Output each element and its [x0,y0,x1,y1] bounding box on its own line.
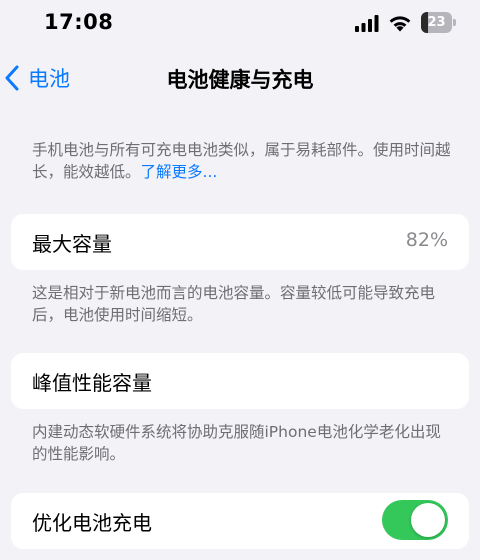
battery-level: 23 [427,15,446,30]
intro-note: 手机电池与所有可充电电池类似，属于易耗部件。使用时间越长，能效越低。了解更多..… [32,139,452,183]
optimized-charging-label: 优化电池充电 [32,511,152,535]
battery-icon: 23 [421,12,457,33]
max-capacity-value: 82% [405,229,448,251]
intro-text: 手机电池与所有可充电电池类似，属于易耗部件。使用时间越长，能效越低。 [32,141,451,181]
battery-cap [453,19,456,26]
learn-more-link[interactable]: 了解更多... [141,163,218,181]
status-time: 17:08 [44,10,114,34]
signal-icon [355,15,379,32]
peak-performance-label: 峰值性能容量 [32,371,152,395]
optimized-charging-toggle[interactable] [382,500,448,540]
optimized-charging-row: 优化电池充电 [11,493,469,549]
max-capacity-label: 最大容量 [32,232,112,256]
battery-body: 23 [421,12,452,33]
wifi-icon [389,16,411,32]
peak-performance-note: 内建动态软硬件系统将协助克服随iPhone电池化学老化出现的性能影响。 [32,423,441,463]
max-capacity-note: 这是相对于新电池而言的电池容量。容量较低可能导致充电后，电池使用时间缩短。 [32,284,436,324]
toggle-knob [411,503,445,537]
page-title: 电池健康与充电 [166,68,314,92]
peak-performance-row[interactable]: 峰值性能容量 [11,353,469,409]
status-bar: 17:08 23 [0,0,480,48]
max-capacity-row: 最大容量 82% [11,214,469,270]
